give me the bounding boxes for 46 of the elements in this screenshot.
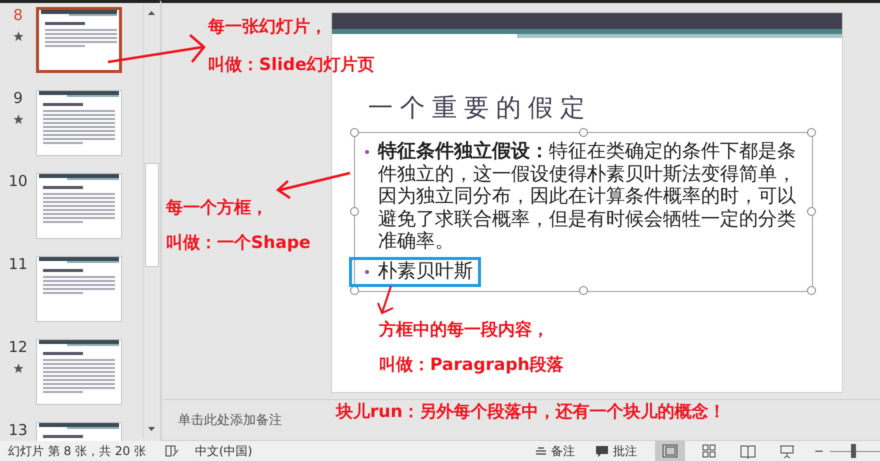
slide-number: 10 <box>8 173 28 189</box>
book-view-icon <box>738 443 757 459</box>
slide-thumbnail[interactable] <box>36 339 122 405</box>
slide-number: 12 <box>8 339 28 355</box>
annotation-text: 叫做：Slide幻灯片页 <box>208 54 375 76</box>
presentation-icon <box>778 443 796 459</box>
slider-thumb[interactable] <box>850 444 856 458</box>
paragraph: 特征条件独立假设：特征在类确定的条件下都是条件独立的，这一假设使得朴素贝叶斯法变得简单，因为独立同分布，因此在计算条件概率的时，可以避免了求联合概率，但是有时候会牺牲一定的分类准确率。 <box>378 140 797 252</box>
scrollbar-thumb[interactable] <box>145 163 159 267</box>
annotation-text: 块儿run：另外每个段落中，还有一个块儿的概念！ <box>336 401 726 423</box>
slide-thumbnail[interactable] <box>36 173 122 239</box>
annotation-text: 每一个方框， <box>166 197 268 219</box>
view-button[interactable] <box>654 441 685 461</box>
notes-icon <box>534 446 547 456</box>
annotation-text: 每一张幻灯片， <box>208 16 327 38</box>
resize-handle[interactable] <box>807 286 816 295</box>
bullet-icon <box>365 270 369 274</box>
resize-handle[interactable] <box>807 207 816 216</box>
scrollbar[interactable] <box>143 5 159 438</box>
normal-view-icon <box>660 443 679 459</box>
grid-view-icon <box>700 443 718 459</box>
annotation-text: 叫做：一个Shape <box>166 232 311 254</box>
slide-title[interactable]: 一个重要的假定 <box>368 93 592 123</box>
paragraph: 朴素贝叶斯 <box>378 260 473 282</box>
slide-thumbnail[interactable] <box>36 256 122 322</box>
resize-handle[interactable] <box>350 207 359 216</box>
slide-number: 9 <box>13 90 23 106</box>
resize-handle[interactable] <box>350 128 359 137</box>
annotation-text: 方框中的每一段内容， <box>379 319 549 341</box>
notes-button[interactable]: 备注 <box>530 441 579 461</box>
resize-handle[interactable] <box>578 128 588 137</box>
slide-count: 幻灯片 第 8 张，共 20 张 <box>8 443 146 459</box>
language-label[interactable]: 中文(中国) <box>194 443 252 459</box>
annotation-text: 叫做：Paragraph段落 <box>379 354 564 376</box>
bullet-icon <box>365 150 369 154</box>
resize-handle[interactable] <box>578 286 588 295</box>
comments-button[interactable]: 批注 <box>590 441 641 461</box>
annotation-arrow <box>377 285 394 314</box>
comment-icon <box>594 444 609 458</box>
slide-thumbnail[interactable] <box>36 90 122 156</box>
slide-number: 8 <box>13 7 23 23</box>
slide-thumbnail[interactable] <box>36 7 122 73</box>
slide-number: 11 <box>8 256 28 272</box>
resize-handle[interactable] <box>807 128 816 137</box>
zoom-out-button[interactable]: − <box>814 443 824 459</box>
slide-number: 13 <box>8 422 28 438</box>
